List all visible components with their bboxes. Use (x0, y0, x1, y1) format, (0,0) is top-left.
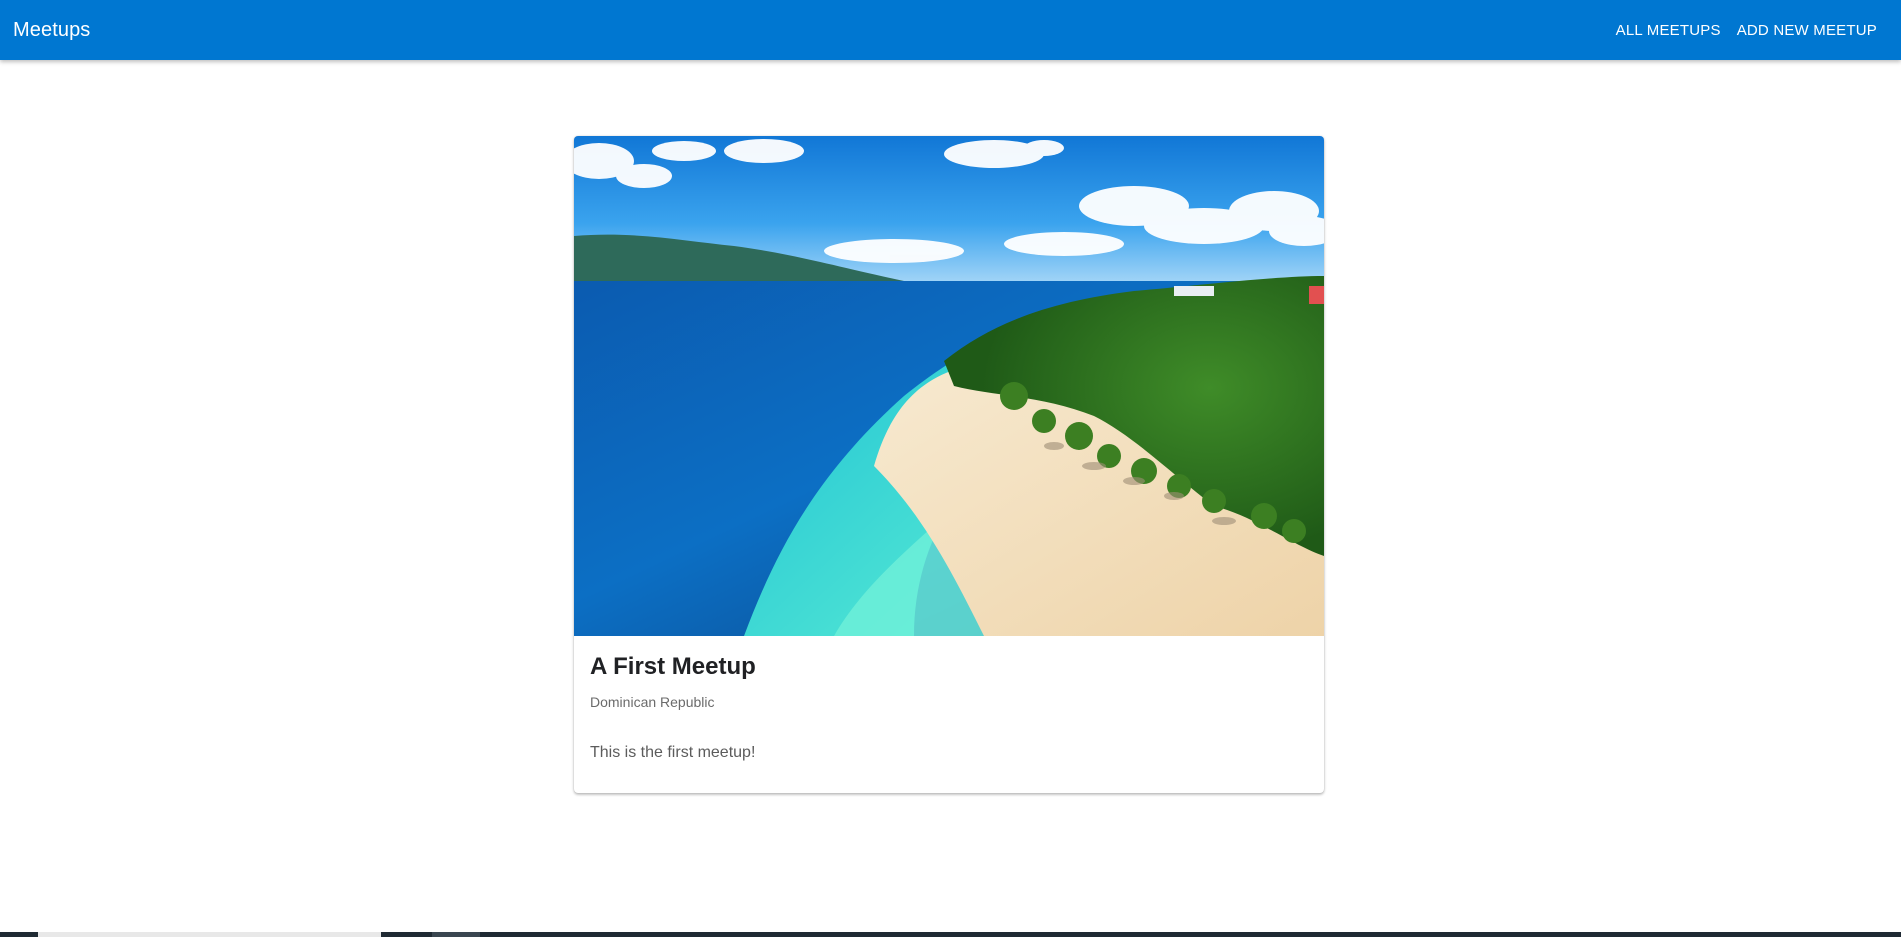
main-nav: ALL MEETUPS ADD NEW MEETUP (1616, 22, 1877, 39)
brand-logo[interactable]: Meetups (13, 19, 90, 42)
nav-all-meetups[interactable]: ALL MEETUPS (1616, 22, 1721, 39)
os-taskbar (0, 932, 1901, 937)
meetup-card: A First Meetup Dominican Republic This i… (574, 136, 1324, 793)
meetup-card-body: A First Meetup Dominican Republic This i… (574, 636, 1324, 762)
meetup-title: A First Meetup (590, 653, 756, 680)
meetup-image (574, 136, 1324, 636)
meetup-description: This is the first meetup! (590, 743, 756, 761)
nav-add-new-meetup[interactable]: ADD NEW MEETUP (1737, 22, 1877, 39)
taskbar-item[interactable] (432, 932, 480, 937)
top-navbar: Meetups ALL MEETUPS ADD NEW MEETUP (0, 0, 1901, 60)
taskbar-item[interactable] (38, 932, 381, 937)
meetup-address: Dominican Republic (590, 693, 715, 710)
